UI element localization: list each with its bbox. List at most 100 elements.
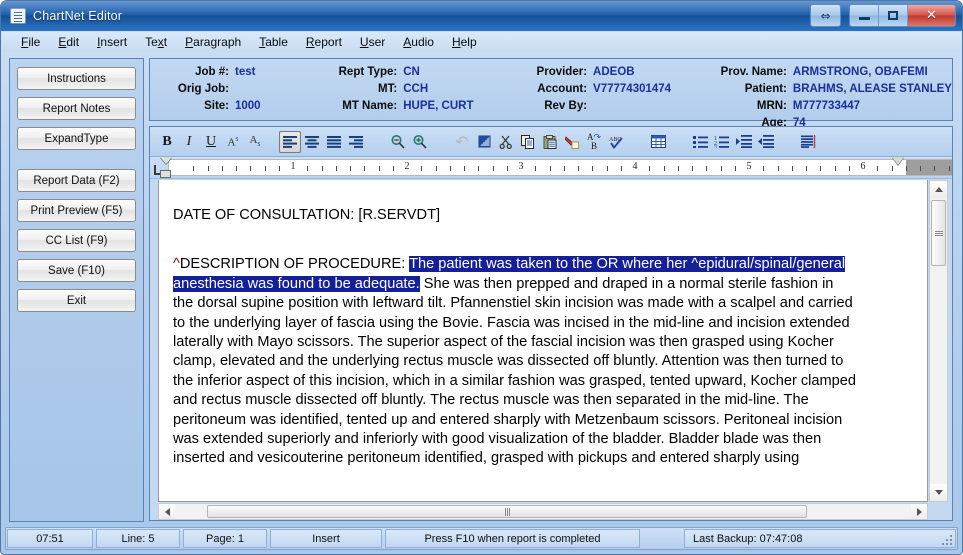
ruler-tick <box>763 166 765 171</box>
scroll-right-button[interactable] <box>911 504 927 519</box>
cut-icon[interactable] <box>495 131 517 153</box>
menu-item-text[interactable]: Text <box>136 33 176 51</box>
document-line[interactable]: DATE OF CONSULTATION: [R.SERVDT] <box>173 206 905 225</box>
maximize-icon <box>888 11 898 20</box>
document-text-run: to the underlying layer of fascia using … <box>173 314 850 331</box>
spellcheck-icon[interactable]: ABC <box>605 131 627 153</box>
sidebar-button-exit[interactable]: Exit <box>17 289 136 312</box>
ruler-tick <box>734 166 736 171</box>
right-indent-marker[interactable] <box>892 157 904 165</box>
ruler-tick <box>578 166 579 171</box>
undo-icon[interactable]: ↶ <box>451 131 473 153</box>
document-text-run: the inferior aspect of this incision, wh… <box>173 372 857 389</box>
window-controls: ⇔ ✕ <box>802 4 956 27</box>
underline-icon[interactable]: U <box>200 131 222 153</box>
document-page[interactable]: DATE OF CONSULTATION: [R.SERVDT] ^DESCRI… <box>158 180 928 502</box>
document-text-run: was extended superiorly and inferiorly w… <box>173 431 822 448</box>
menu-item-audio[interactable]: Audio <box>394 33 443 51</box>
sidebar-button-save-f10[interactable]: Save (F10) <box>17 259 136 282</box>
vertical-scrollbar[interactable] <box>929 180 948 502</box>
decrease-indent-icon[interactable] <box>755 131 777 153</box>
menu-item-paragraph[interactable]: Paragraph <box>176 33 250 51</box>
horizontal-scroll-thumb[interactable] <box>207 505 807 518</box>
highlight-icon[interactable] <box>473 131 495 153</box>
chevron-right-icon <box>916 507 922 516</box>
ruler-tick <box>478 166 480 171</box>
zoom-out-icon[interactable] <box>387 131 409 153</box>
left-indent-marker[interactable] <box>160 170 171 178</box>
zoom-in-icon[interactable] <box>409 131 431 153</box>
document-line[interactable]: and rectus muscle dissected off bluntly.… <box>173 391 905 410</box>
scroll-up-button[interactable] <box>930 181 947 198</box>
maximize-button[interactable] <box>879 5 908 26</box>
restore-down-button[interactable]: ⇔ <box>811 5 840 26</box>
sidebar-button-print-preview-f5[interactable]: Print Preview (F5) <box>17 199 136 222</box>
sidebar-button-report-data-f2[interactable]: Report Data (F2) <box>17 169 136 192</box>
menu-item-table[interactable]: Table <box>250 33 297 51</box>
info-label: MT Name: <box>342 99 398 112</box>
menu-item-file[interactable]: File <box>12 33 49 51</box>
document-line[interactable]: clamp, elevated and the underlying rectu… <box>173 352 905 371</box>
close-button[interactable]: ✕ <box>908 5 955 26</box>
document-line[interactable]: anesthesia was found to be adequate. She… <box>173 275 905 294</box>
copy-icon[interactable] <box>517 131 539 153</box>
scroll-down-button[interactable] <box>930 484 947 501</box>
format-painter-icon[interactable] <box>561 131 583 153</box>
bold-icon[interactable]: B <box>156 131 178 153</box>
title-bar: ChartNet Editor ⇔ ✕ <box>1 1 962 31</box>
ruler-number: 1 <box>290 161 296 172</box>
vertical-scroll-thumb[interactable] <box>931 200 946 266</box>
document-text-run: inserted and vesicouterine peritoneum id… <box>173 450 800 467</box>
menu-item-edit[interactable]: Edit <box>49 33 88 51</box>
scroll-left-button[interactable] <box>159 504 175 519</box>
document-text-run: DATE OF CONSULTATION: [R.SERVDT] <box>173 207 441 223</box>
superscript-icon[interactable]: As <box>222 131 244 153</box>
align-center-icon[interactable] <box>301 131 323 153</box>
paste-icon[interactable] <box>539 131 561 153</box>
insert-table-icon[interactable] <box>647 131 669 153</box>
document-line[interactable]: the inferior aspect of this incision, wh… <box>173 372 905 391</box>
document-text[interactable]: DATE OF CONSULTATION: [R.SERVDT] ^DESCRI… <box>159 180 927 469</box>
menu-item-user[interactable]: User <box>351 33 394 51</box>
page-setup-icon[interactable] <box>797 131 819 153</box>
document-text-run: She was then prepped and draped in a nor… <box>419 275 834 292</box>
sidebar-button-instructions[interactable]: Instructions <box>17 67 136 90</box>
bullet-list-icon[interactable] <box>689 131 711 153</box>
ruler-tick <box>221 166 223 171</box>
resize-grip-icon[interactable] <box>940 534 952 545</box>
document-line[interactable]: ^DESCRIPTION OF PROCEDURE: The patient w… <box>173 255 905 274</box>
first-line-indent-marker[interactable] <box>160 157 172 164</box>
document-line[interactable]: inserted and vesicouterine peritoneum id… <box>173 449 905 468</box>
document-line[interactable]: the dorsal supine position with leftward… <box>173 294 905 313</box>
info-label: Provider: <box>536 65 588 78</box>
increase-indent-icon[interactable] <box>733 131 755 153</box>
subscript-icon[interactable]: As <box>244 131 266 153</box>
document-line[interactable]: peritoneum was identified, tented up and… <box>173 411 905 430</box>
info-value: M777733447 <box>792 99 861 112</box>
status-time: 07:51 <box>7 529 93 548</box>
numbered-list-icon[interactable]: 1 2 3 <box>711 131 733 153</box>
menu-item-help[interactable]: Help <box>443 33 486 51</box>
sidebar-button-cc-list-f9[interactable]: CC List (F9) <box>17 229 136 252</box>
menu-item-insert[interactable]: Insert <box>88 33 136 51</box>
sidebar-button-expandtype[interactable]: ExpandType <box>17 127 136 150</box>
ruler-tick <box>663 166 665 171</box>
document-line[interactable]: was extended superiorly and inferiorly w… <box>173 430 905 449</box>
menu-item-report[interactable]: Report <box>297 33 351 51</box>
minimize-button[interactable] <box>850 5 879 26</box>
info-value: V77774301474 <box>593 82 672 95</box>
document-line[interactable]: to the underlying layer of fascia using … <box>173 314 905 333</box>
italic-icon[interactable]: I <box>178 131 200 153</box>
document-line[interactable]: laterally with Mayo scissors. The superi… <box>173 333 905 352</box>
info-label: MT: <box>378 82 398 95</box>
sidebar-button-report-notes[interactable]: Report Notes <box>17 97 136 120</box>
align-justify-icon[interactable] <box>323 131 345 153</box>
align-left-icon[interactable] <box>279 130 301 153</box>
find-replace-icon[interactable]: A↷ B <box>583 131 605 153</box>
ruler-margin-area <box>906 160 952 175</box>
align-right-icon[interactable] <box>345 131 367 153</box>
horizontal-scrollbar[interactable] <box>158 503 928 520</box>
ruler-tick <box>606 166 608 171</box>
horizontal-ruler[interactable]: 1234567 <box>150 157 952 179</box>
info-value: ARMSTRONG, OBAFEMI <box>792 65 928 78</box>
